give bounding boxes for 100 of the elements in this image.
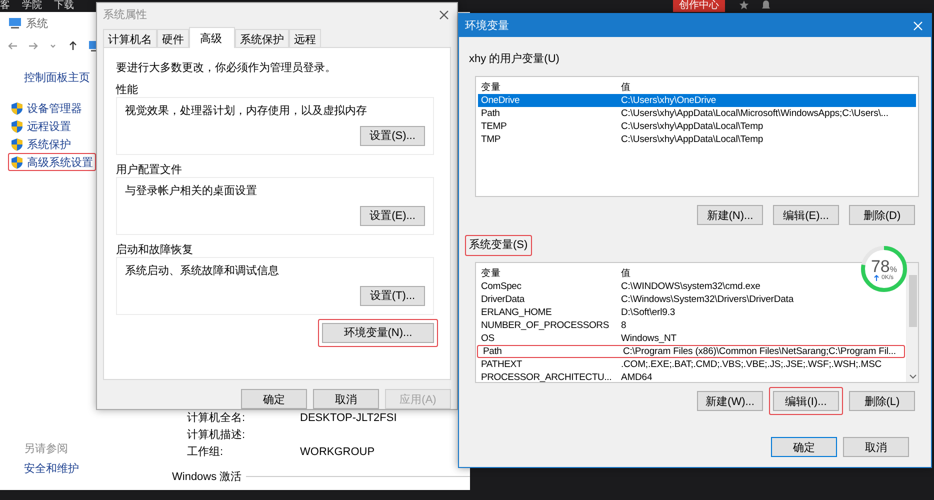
- table-cell-text: PATHEXT: [480, 359, 524, 370]
- notice-text: 要进行大多数更改，你必须作为管理员登录。: [116, 60, 337, 75]
- shield-icon: [11, 102, 23, 114]
- list-action-button[interactable]: 删除(L): [849, 391, 915, 411]
- dialog-button[interactable]: 取消: [313, 389, 379, 409]
- table-cell-text: PROCESSOR_ARCHITECTU...: [480, 372, 613, 383]
- table-cell-text: OS: [480, 333, 496, 344]
- shield-icon: [11, 120, 23, 132]
- list-action-button[interactable]: 编辑(I)...: [773, 391, 839, 411]
- table-cell: C:\Users\xhy\AppData\Local\Temp: [621, 134, 764, 145]
- list-row[interactable]: TEMP C:\Users\xhy\AppData\Local\Temp: [478, 120, 916, 133]
- info-label: 计算机全名:: [187, 412, 246, 425]
- info-value: WORKGROUP: [300, 446, 376, 459]
- percent-unit: %: [890, 264, 898, 274]
- up-arrow-icon: [874, 274, 880, 280]
- shield-icon: [11, 138, 23, 150]
- table-cell: C:\Users\xhy\AppData\Local\Microsoft\WindowsApps;C:\Users\...: [621, 108, 888, 119]
- table-cell-text: DriverData: [480, 294, 526, 305]
- see-also-link[interactable]: 安全和维护: [8, 461, 96, 476]
- table-cell: C:\Users\xhy\AppData\Local\Temp: [621, 121, 764, 132]
- bell-icon[interactable]: [761, 0, 771, 10]
- column-header: 值: [621, 82, 631, 92]
- list-row[interactable]: OneDrive C:\Users\xhy\OneDrive: [478, 94, 916, 107]
- up-arrow-icon[interactable]: [68, 41, 78, 51]
- section-heading: Windows 激活: [172, 470, 242, 484]
- group-title: 性能: [116, 84, 139, 97]
- tab[interactable]: 计算机名: [103, 28, 157, 47]
- list-action-button[interactable]: 新建(W)...: [697, 391, 763, 411]
- star-icon[interactable]: [739, 0, 749, 10]
- table-cell: .COM;.EXE;.BAT;.CMD;.VBS;.VBE;.JS;.JSE;.WSF;.WSH;.MSC: [621, 359, 882, 370]
- sidebar-item[interactable]: 系统保护: [8, 135, 74, 153]
- percent-value: 78: [870, 258, 890, 274]
- group-title: xhy 的用户变量(U): [469, 53, 560, 65]
- info-value: DESKTOP-JLT2FSI: [300, 412, 398, 425]
- sidebar-item-label: 高级系统设置: [27, 156, 93, 170]
- dialog-button[interactable]: 取消: [843, 437, 909, 457]
- sidebar-item-label: 系统保护: [27, 138, 71, 152]
- table-cell-text: TMP: [480, 134, 502, 145]
- column-header: 值: [621, 268, 631, 278]
- table-cell: C:\Users\xhy\OneDrive: [621, 95, 716, 106]
- sidebar-item[interactable]: 高级系统设置: [8, 153, 96, 171]
- table-cell-text: Path: [480, 108, 501, 119]
- list-row[interactable]: Path C:\Users\xhy\AppData\Local\Microsoft\WindowsApps;C:\Users\...: [478, 107, 916, 120]
- info-label: 工作组:: [187, 446, 224, 459]
- tab[interactable]: 高级: [189, 26, 235, 48]
- group-description: 与登录帐户相关的桌面设置: [125, 184, 258, 198]
- list-row[interactable]: PROCESSOR_ARCHITECTU... AMD64: [478, 371, 904, 384]
- sidebar-item-label: 远程设置: [27, 120, 71, 134]
- list-row[interactable]: ERLANG_HOME D:\Soft\erl9.3: [478, 306, 904, 319]
- forward-arrow-icon[interactable]: [28, 41, 38, 51]
- table-cell-text: OneDrive: [480, 95, 521, 106]
- list-row[interactable]: Path C:\Program Files (x86)\Common Files\NetSarang;C:\Program Fil...: [477, 345, 905, 358]
- window-title: 环境变量: [465, 18, 509, 33]
- table-cell-text: Path: [482, 346, 503, 357]
- settings-button[interactable]: 设置(S)...: [360, 126, 425, 146]
- info-label: 计算机描述:: [187, 429, 246, 442]
- sidebar-link[interactable]: 控制面板主页: [24, 70, 96, 85]
- table-cell: D:\Soft\erl9.3: [621, 307, 676, 318]
- shield-icon: [11, 156, 23, 168]
- settings-button[interactable]: 设置(E)...: [360, 206, 425, 226]
- list-row[interactable]: NUMBER_OF_PROCESSORS 8: [478, 319, 904, 332]
- nav-link[interactable]: 下载: [54, 0, 74, 12]
- table-cell-text: ComSpec: [480, 281, 522, 292]
- table-cell: C:\Windows\System32\Drivers\DriverData: [621, 294, 794, 305]
- table-cell: Windows_NT: [621, 333, 676, 344]
- sidebar-item-label: 设备管理器: [27, 102, 82, 116]
- window-title: 系统: [26, 16, 48, 30]
- table-cell: 8: [621, 320, 626, 331]
- tab[interactable]: 系统保护: [235, 28, 289, 47]
- dialog-button[interactable]: 确定: [771, 437, 837, 457]
- column-header: 变量: [480, 82, 502, 92]
- section-heading: 另请参阅: [23, 442, 69, 456]
- table-cell-text: TEMP: [480, 121, 508, 132]
- group-description: 系统启动、系统故障和调试信息: [125, 264, 280, 278]
- tab[interactable]: 硬件: [157, 28, 189, 47]
- nav-link[interactable]: 学院: [22, 0, 42, 12]
- group-description: 视觉效果，处理器计划，内存使用，以及虚拟内存: [125, 104, 368, 118]
- list-row[interactable]: TMP C:\Users\xhy\AppData\Local\Temp: [478, 133, 916, 146]
- computer-icon: [8, 17, 22, 29]
- table-cell-text: ERLANG_HOME: [480, 307, 553, 318]
- list-action-button[interactable]: 新建(N)...: [697, 205, 763, 225]
- chevron-down-icon[interactable]: [908, 374, 916, 380]
- tab[interactable]: 远程: [289, 28, 321, 47]
- sidebar-item[interactable]: 远程设置: [8, 117, 74, 135]
- list-action-button[interactable]: 编辑(E)...: [773, 205, 839, 225]
- environment-variables-button[interactable]: 环境变量(N)...: [322, 322, 434, 343]
- table-cell: C:\WINDOWS\system32\cmd.exe: [621, 281, 760, 292]
- list-row[interactable]: OS Windows_NT: [478, 332, 904, 345]
- dialog-button[interactable]: 确定: [241, 389, 307, 409]
- back-arrow-icon[interactable]: [8, 41, 18, 51]
- settings-button[interactable]: 设置(T)...: [360, 286, 425, 306]
- table-cell: AMD64: [621, 372, 652, 383]
- sidebar-item[interactable]: 设备管理器: [8, 99, 85, 117]
- list-action-button[interactable]: 删除(D): [849, 205, 915, 225]
- group-title: 启动和故障恢复: [116, 244, 194, 257]
- close-icon[interactable]: [439, 10, 449, 20]
- list-row[interactable]: PATHEXT .COM;.EXE;.BAT;.CMD;.VBS;.VBE;.JS;.JSE;.WSF;.WSH;.MSC: [478, 358, 904, 371]
- list-row[interactable]: DriverData C:\Windows\System32\Drivers\DriverData: [478, 293, 904, 306]
- scrollbar[interactable]: [906, 263, 918, 382]
- table-cell: C:\Program Files (x86)\Common Files\NetSarang;C:\Program Fil...: [623, 346, 896, 357]
